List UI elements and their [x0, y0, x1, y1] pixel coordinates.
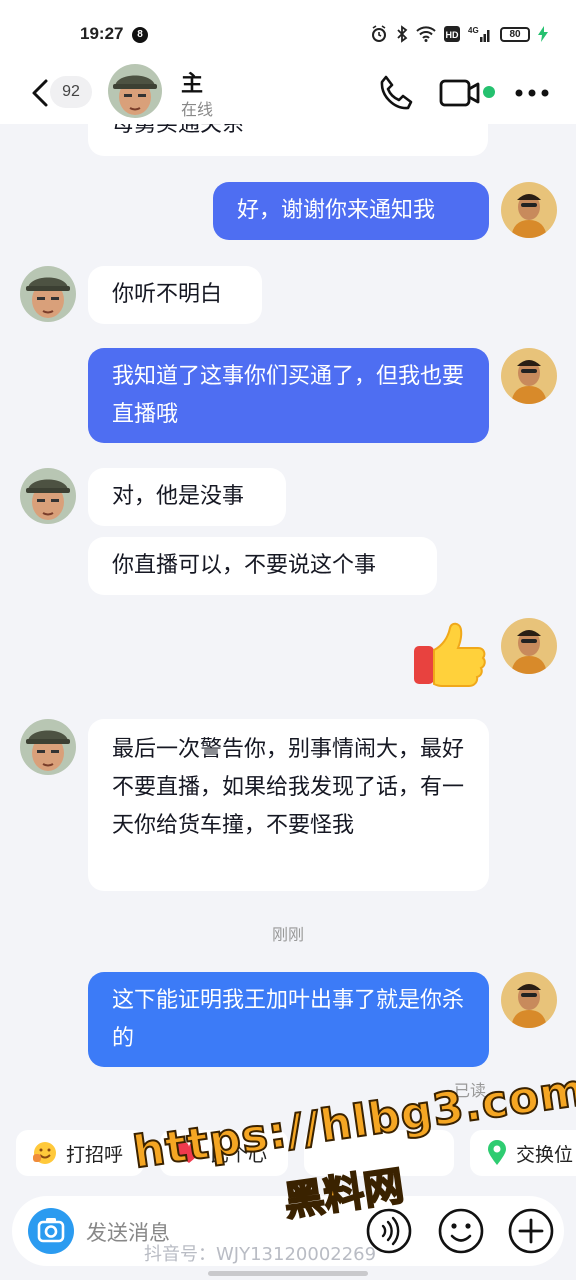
message-text: 母舅买通关系: [112, 124, 245, 137]
message-list[interactable]: 母舅买通关系 好，谢谢你来通知我 你听不明白 我知道了这事你们买通了，但我也要直…: [0, 124, 576, 1110]
chat-header: 92 主 在线: [0, 62, 576, 124]
signal-4g-icon: 4G: [468, 26, 490, 42]
message-text: 你直播可以，不要说这个事: [112, 553, 377, 578]
contact-avatar[interactable]: [108, 64, 162, 118]
status-icons: HD 4G 80: [370, 22, 548, 46]
message-text: 这下能证明我王加叶出事了就是你杀的: [112, 988, 465, 1051]
quick-reply-location[interactable]: 交换位: [470, 1130, 576, 1176]
plus-icon[interactable]: [506, 1206, 556, 1256]
hd-icon: HD: [444, 26, 460, 42]
thumbs-up-emoji[interactable]: [410, 618, 490, 692]
contact-avatar-small[interactable]: [20, 468, 76, 524]
contact-name: 主: [181, 72, 204, 97]
message-text: 你听不明白: [112, 282, 223, 307]
my-avatar[interactable]: [501, 618, 557, 674]
message-text: 好，谢谢你来通知我: [237, 198, 436, 223]
status-time: 19:27: [80, 24, 124, 43]
contact-avatar-small[interactable]: [20, 719, 76, 775]
wifi-icon: [416, 26, 436, 42]
my-avatar[interactable]: [501, 182, 557, 238]
message-bubble-incoming[interactable]: 你听不明白: [88, 266, 262, 324]
status-bar: 19:27 8 HD 4G 80: [0, 0, 576, 62]
camera-icon: [37, 1218, 65, 1243]
message-bubble-incoming[interactable]: 对，他是没事: [88, 468, 286, 526]
message-bubble-outgoing[interactable]: 这下能证明我王加叶出事了就是你杀的: [88, 972, 489, 1067]
message-text: 我知道了这事你们买通了，但我也要直播哦: [112, 364, 465, 427]
contact-avatar-small[interactable]: [20, 266, 76, 322]
video-call-icon[interactable]: [438, 74, 484, 112]
message-bubble-incoming[interactable]: 母舅买通关系: [88, 124, 488, 156]
presence-status: 在线: [181, 100, 214, 119]
my-avatar[interactable]: [501, 972, 557, 1028]
message-bubble-incoming[interactable]: 最后一次警告你，别事情闹大，最好不要直播，如果给我发现了话，有一天你给货车撞，不…: [88, 719, 489, 891]
wave-emoji-icon: [33, 1142, 56, 1164]
my-avatar[interactable]: [501, 348, 557, 404]
alarm-icon: [372, 25, 386, 42]
quick-reply-label: 打招呼: [66, 1143, 124, 1166]
svg-text:4G: 4G: [468, 26, 479, 35]
battery-icon: 80: [500, 26, 530, 42]
bluetooth-icon: [397, 25, 408, 43]
online-indicator: [483, 86, 495, 98]
location-icon: [488, 1140, 506, 1165]
message-timestamp: 刚刚: [271, 925, 304, 944]
camera-button[interactable]: [28, 1208, 74, 1254]
watermark-douyin: 抖音号：WJY13120002269: [144, 1244, 377, 1265]
emoji-icon[interactable]: [436, 1206, 486, 1256]
message-text: 对，他是没事: [112, 484, 245, 509]
message-bubble-outgoing[interactable]: 好，谢谢你来通知我: [213, 182, 489, 240]
message-bubble-outgoing[interactable]: 我知道了这事你们买通了，但我也要直播哦: [88, 348, 489, 443]
battery-level: 80: [509, 28, 521, 40]
phone-icon[interactable]: [376, 73, 416, 113]
notification-badge: 8: [132, 27, 148, 43]
quick-reply-wave[interactable]: 打招呼: [16, 1130, 144, 1176]
home-indicator[interactable]: [208, 1271, 368, 1276]
more-options-icon[interactable]: [514, 88, 550, 98]
message-text: 最后一次警告你，别事情闹大，最好不要直播，如果给我发现了话，有一天你给货车撞，不…: [112, 737, 465, 838]
charging-icon: [538, 26, 548, 42]
quick-reply-label: 交换位: [516, 1143, 574, 1166]
svg-text:HD: HD: [446, 30, 459, 40]
unread-count-badge[interactable]: 92: [50, 76, 92, 108]
message-bubble-incoming[interactable]: 你直播可以，不要说这个事: [88, 537, 437, 595]
